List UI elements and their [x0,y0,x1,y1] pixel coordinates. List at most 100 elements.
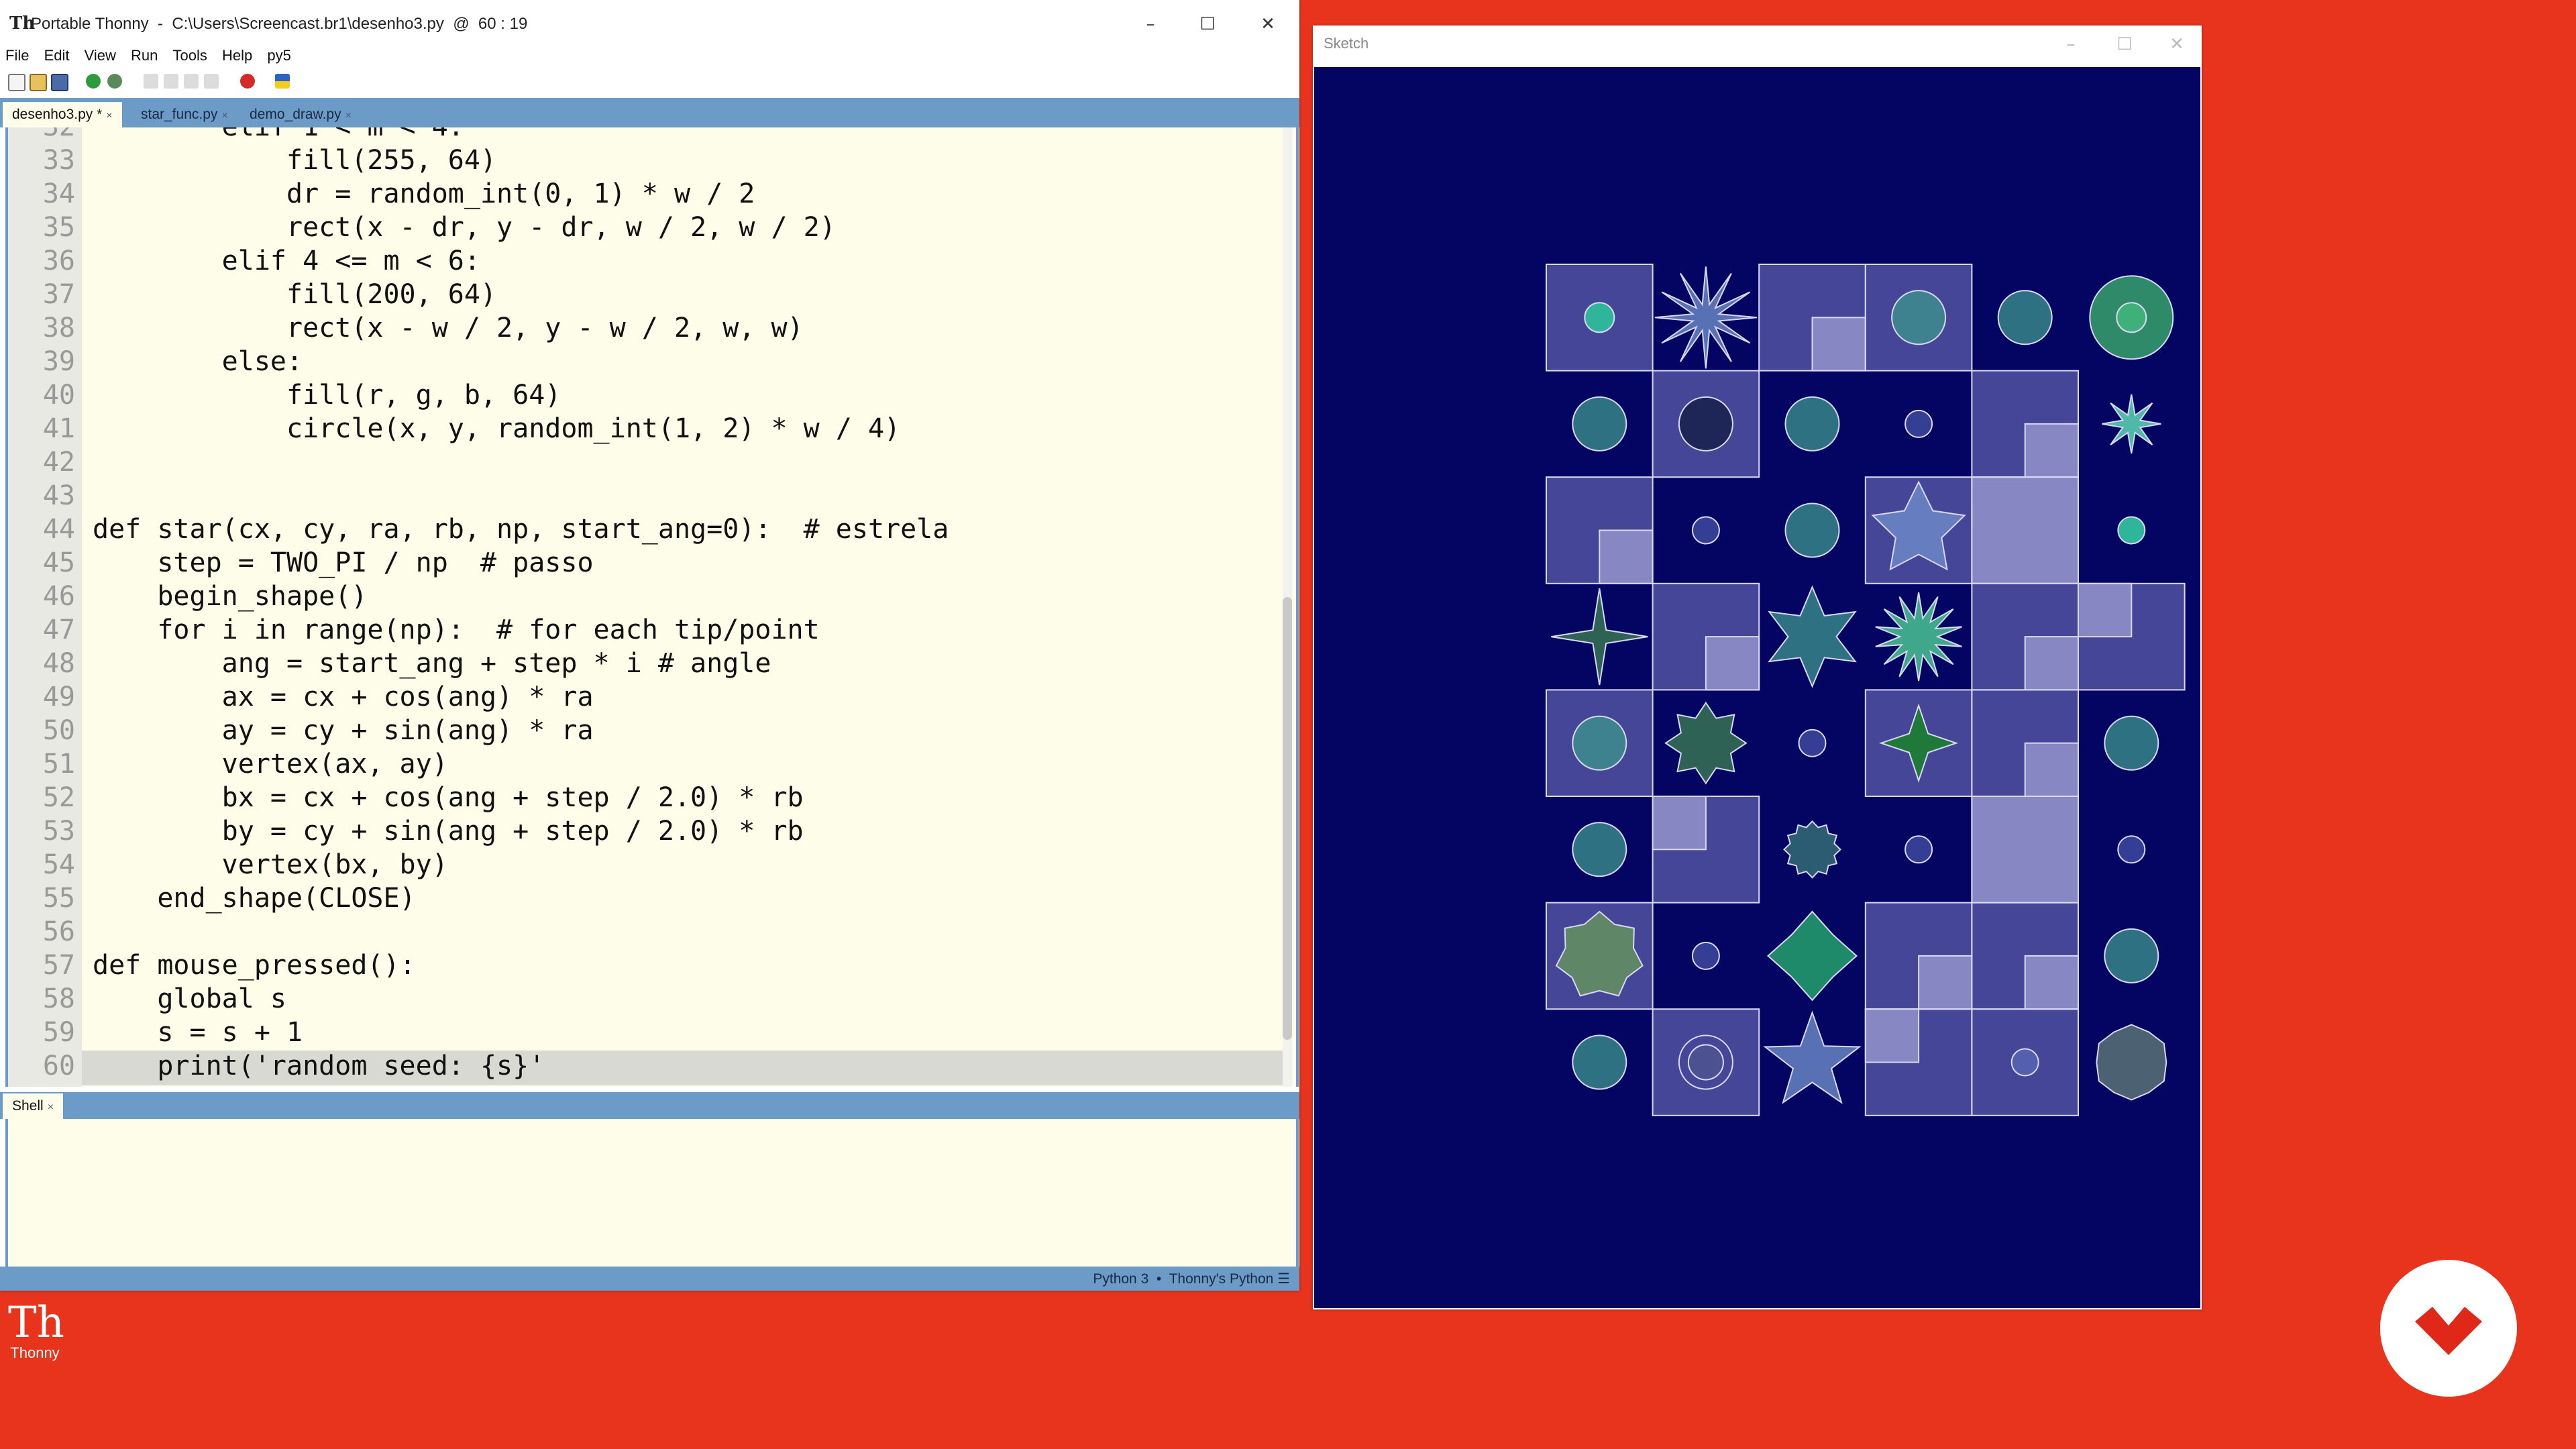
code-line[interactable]: rect(x - dr, y - dr, w / 2, w / 2) [93,212,836,243]
line-number: 52 [42,782,75,813]
code-line[interactable]: fill(r, g, b, 64) [93,380,561,411]
pattern-quarter-square [2024,423,2079,478]
debug-icon[interactable] [107,74,122,89]
line-number: 56 [42,916,75,947]
generative-pattern [1546,264,2186,1116]
menu-bar: File Edit View Run Tools Help py5 [0,47,297,67]
close-button[interactable]: ✕ [1248,9,1288,39]
tab-shell[interactable]: Shell × [3,1093,64,1119]
code-line[interactable]: fill(255, 64) [93,145,496,176]
thonny-window: Th Portable Thonny - C:\Users\Screencast… [0,0,1299,1291]
title-bar[interactable]: Th Portable Thonny - C:\Users\Screencast… [0,0,1299,50]
tab-label: star_func.py [141,107,218,122]
code-line[interactable]: dr = random_int(0, 1) * w / 2 [93,178,755,209]
step-over-icon[interactable] [144,74,158,89]
line-number: 58 [42,983,75,1014]
code-line[interactable]: for i in range(np): # for each tip/point [93,614,819,645]
menu-run[interactable]: Run [131,47,158,64]
tab-close-icon[interactable]: × [221,110,227,121]
pattern-circle [2104,928,2159,983]
save-file-icon[interactable] [51,74,68,91]
code-line[interactable]: begin_shape() [93,581,367,612]
minimize-button[interactable]: – [1130,9,1171,39]
code-line[interactable]: step = TWO_PI / np # passo [93,547,593,578]
step-into-icon[interactable] [164,74,178,89]
window-title: Portable Thonny - C:\Users\Screencast.br… [31,15,528,33]
pattern-star [1768,585,1857,688]
tab-star-func[interactable]: star_func.py × [131,102,237,127]
pattern-quarter-square [2078,582,2133,638]
stop-icon[interactable] [240,74,255,89]
code-line[interactable]: ay = cy + sin(ang) * ra [93,715,594,746]
code-line[interactable]: global s [93,983,286,1014]
code-line[interactable]: by = cy + sin(ang + step / 2.0) * rb [93,816,804,847]
code-line[interactable]: vertex(ax, ay) [93,749,448,780]
sketch-canvas[interactable] [1314,67,2200,1308]
tab-label: Shell [12,1098,44,1114]
editor-tab-bar: desenho3.py * × star_func.py × demo_draw.p… [0,98,1299,127]
line-number: 38 [42,313,75,343]
tab-close-icon[interactable]: × [106,110,112,121]
sketch-minimize-button[interactable]: – [2051,30,2091,59]
pattern-quarter-square [1811,317,1866,372]
status-bar: Python 3 • Thonny's Python ☰ [0,1267,1299,1291]
interpreter-status[interactable]: Python 3 • Thonny's Python ☰ [1093,1271,1290,1287]
line-number: 59 [42,1017,75,1048]
resume-icon[interactable] [204,74,219,89]
menu-view[interactable]: View [85,47,116,64]
code-line[interactable]: elif 4 <= m < 6: [93,246,480,276]
tab-desenho3[interactable]: desenho3.py * × [3,102,122,127]
maximize-button[interactable]: ☐ [1187,9,1228,39]
code-line[interactable]: vertex(bx, by) [93,849,448,880]
code-editor[interactable]: 32 33343536373839404142434445464748495051… [5,127,1299,1087]
desktop-thonny-shortcut[interactable]: Th Thonny [8,1301,64,1362]
pattern-circle [1784,396,1840,451]
code-line[interactable]: bx = cx + cos(ang + step / 2.0) * rb [93,782,804,813]
tab-label: desenho3.py * [12,107,103,122]
line-number: 36 [42,246,75,276]
code-line[interactable]: fill(200, 64) [93,279,496,310]
run-icon[interactable] [86,74,101,89]
menu-help[interactable]: Help [222,47,252,64]
code-line[interactable]: def star(cx, cy, ra, rb, np, start_ang=0… [93,514,949,545]
editor-scrollbar-thumb[interactable] [1283,597,1292,1040]
pattern-circle [1572,1034,1627,1090]
code-line[interactable]: else: [93,346,303,377]
menu-file[interactable]: File [5,47,29,64]
shell-panel[interactable] [5,1119,1299,1267]
menu-tools[interactable]: Tools [173,47,207,64]
code-line[interactable]: s = s + 1 [93,1017,303,1048]
pattern-small-circle [2117,516,2146,545]
open-file-icon[interactable] [30,74,47,91]
step-out-icon[interactable] [184,74,199,89]
code-line[interactable]: print('random seed: {s}' [93,1051,545,1081]
pattern-small-circle [1904,409,1933,438]
code-line[interactable]: rect(x - w / 2, y - w / 2, w, w) [93,313,804,343]
code-line[interactable]: def mouse_pressed(): [93,950,416,981]
tab-demo-draw[interactable]: demo_draw.py × [240,102,361,127]
menu-edit[interactable]: Edit [44,47,70,64]
pattern-star [1551,588,1648,686]
code-line[interactable]: end_shape(CLOSE) [93,883,415,914]
sketch-maximize-button[interactable]: ☐ [2104,30,2145,59]
pattern-circle [1572,822,1627,877]
tab-label: demo_draw.py [250,107,341,122]
new-file-icon[interactable] [8,74,25,91]
pattern-square [1971,796,2080,904]
code-line[interactable]: circle(x, y, random_int(1, 2) * w / 4) [93,413,900,444]
ukraine-flag-icon[interactable] [275,74,290,89]
pattern-small-circle [2117,835,2146,864]
code-line[interactable]: elif 1 < m < 4: [93,127,464,142]
line-number: 45 [42,547,75,578]
tab-close-icon[interactable]: × [48,1102,54,1113]
line-number-gutter: 32 33343536373839404142434445464748495051… [8,127,82,1087]
pattern-circle [1997,290,2053,345]
pattern-quarter-square [1705,636,1760,691]
pattern-small-circle [1904,835,1933,864]
tab-close-icon[interactable]: × [345,110,352,121]
menu-py5[interactable]: py5 [267,47,290,64]
line-number: 51 [42,749,75,780]
code-line[interactable]: ax = cx + cos(ang) * ra [93,682,594,712]
sketch-close-button[interactable]: ✕ [2157,30,2197,59]
code-line[interactable]: ang = start_ang + step * i # angle [93,648,771,679]
